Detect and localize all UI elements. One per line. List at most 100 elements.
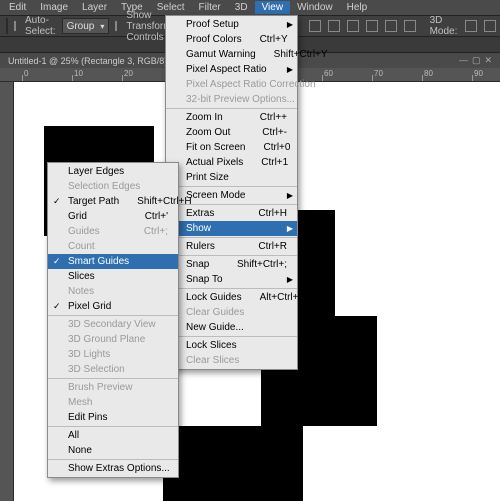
view-menu-item[interactable]: Print Size [166,170,297,185]
auto-select-combo[interactable]: Group ▾ [62,18,110,34]
distribute-3-icon[interactable] [345,18,361,34]
menu-item-label: Zoom Out [186,127,230,138]
menu-item-label: Brush Preview [68,382,132,393]
view-menu-item[interactable]: Show▶ [166,221,297,236]
menu-item-label: Print Size [186,172,229,183]
menu-separator [166,336,297,337]
menu-item-shortcut: Ctrl+0 [245,142,290,153]
menu-item-shortcut: Shift+Ctrl+Y [256,49,328,60]
show-submenu-item[interactable]: None [48,443,178,458]
vertical-ruler[interactable] [0,82,14,501]
menu-item-shortcut: Ctrl+; [126,226,168,237]
menu-item-label: Guides [68,226,100,237]
show-submenu-item[interactable]: GridCtrl+' [48,209,178,224]
view-menu-dropdown[interactable]: Proof Setup▶Proof ColorsCtrl+YGamut Warn… [165,15,298,370]
menu-view[interactable]: View [255,1,291,14]
menu-3d[interactable]: 3D [228,1,255,14]
minimize-icon[interactable]: — [459,55,468,66]
menu-item-label: 3D Ground Plane [68,334,145,345]
menu-separator [48,315,178,316]
menu-separator [48,426,178,427]
menu-item-label: Clear Guides [186,307,244,318]
show-submenu-item: 3D Lights [48,347,178,362]
menu-item-shortcut: Shift+Ctrl+H [119,196,191,207]
view-menu-item[interactable]: Proof ColorsCtrl+Y [166,32,297,47]
view-menu-item[interactable]: New Guide... [166,320,297,335]
view-menu-item[interactable]: Proof Setup▶ [166,17,297,32]
menu-separator [48,459,178,460]
menu-help[interactable]: Help [340,1,375,14]
show-transform-checkbox[interactable] [115,21,117,31]
show-submenu-item[interactable]: Layer Edges [48,164,178,179]
view-menu-item[interactable]: ✓SnapShift+Ctrl+; [166,257,297,272]
view-menu-item: Pixel Aspect Ratio Correction [166,77,297,92]
menu-item-label: Edit Pins [68,412,107,423]
distribute-1-icon[interactable] [307,18,323,34]
view-menu-item[interactable]: ✓RulersCtrl+R [166,239,297,254]
show-submenu-item[interactable]: ✓Target PathShift+Ctrl+H [48,194,178,209]
view-menu-item[interactable]: Zoom OutCtrl+- [166,125,297,140]
show-submenu-item[interactable]: Edit Pins [48,410,178,425]
move-tool-icon[interactable] [6,18,8,34]
view-menu-item[interactable]: Actual PixelsCtrl+1 [166,155,297,170]
distribute-icons [307,18,418,34]
menu-item-label: Rulers [186,241,215,252]
menu-item-label: Selection Edges [68,181,140,192]
menu-item-label: Actual Pixels [186,157,243,168]
menu-item-label: Extras [186,208,214,219]
mode-2-icon[interactable] [482,18,498,34]
show-submenu-item: Count [48,239,178,254]
menu-separator [48,378,178,379]
menu-item-shortcut: Alt+Ctrl+; [242,292,302,303]
maximize-icon[interactable]: ▢ [472,55,481,66]
show-submenu-item[interactable]: ✓Pixel Grid [48,299,178,314]
view-menu-item[interactable]: Lock GuidesAlt+Ctrl+; [166,290,297,305]
menu-filter[interactable]: Filter [192,1,228,14]
show-submenu-item[interactable]: Show Extras Options... [48,461,178,476]
mode-label: 3D Mode: [430,15,458,37]
menu-item-label: Clear Slices [186,355,239,366]
view-menu-item[interactable]: Lock Slices [166,338,297,353]
view-menu-item[interactable]: Fit on ScreenCtrl+0 [166,140,297,155]
menu-window[interactable]: Window [290,1,340,14]
ruler-tick: 60 [322,68,323,81]
distribute-4-icon[interactable] [364,18,380,34]
window-controls: — ▢ ✕ [459,55,492,66]
distribute-2-icon[interactable] [326,18,342,34]
show-submenu-item[interactable]: Slices [48,269,178,284]
show-submenu-dropdown[interactable]: Layer Edges Selection Edges ✓ Target Path Sh… [47,162,179,478]
menu-item-label: Zoom In [186,112,223,123]
distribute-5-icon[interactable] [383,18,399,34]
view-menu-item[interactable]: Zoom In Ctrl++ [166,110,297,125]
show-submenu-item: 3D Secondary View [48,317,178,332]
menu-item-label: Smart Guides [68,256,129,267]
view-menu-item[interactable]: Gamut WarningShift+Ctrl+Y [166,47,297,62]
mode-1-icon[interactable] [463,18,479,34]
show-submenu-item[interactable]: All [48,428,178,443]
show-submenu-item: Mesh [48,395,178,410]
menu-item-label: Target Path [68,196,119,207]
canvas-shape[interactable] [163,426,303,501]
view-menu-item[interactable]: ✓ExtrasCtrl+H [166,206,297,221]
show-submenu-item: Guides Ctrl+; [48,224,178,239]
auto-select-combo-value: Group [67,21,95,32]
menu-image[interactable]: Image [33,1,75,14]
view-menu-item[interactable]: Pixel Aspect Ratio▶ [166,62,297,77]
menu-item-label: 3D Selection [68,364,125,375]
menu-layer[interactable]: Layer [75,1,114,14]
view-menu-item: 32-bit Preview Options... [166,92,297,107]
close-icon[interactable]: ✕ [484,55,492,66]
view-menu-item[interactable]: Snap To▶ [166,272,297,287]
check-icon: ✓ [53,196,61,207]
menu-item-label: 3D Secondary View [68,319,156,330]
distribute-6-icon[interactable] [402,18,418,34]
menu-item-shortcut: Ctrl++ [242,112,287,123]
menu-item-label: Show [186,223,211,234]
menu-edit[interactable]: Edit [2,1,33,14]
auto-select-checkbox[interactable] [14,21,16,31]
menu-item-label: Gamut Warning [186,49,256,60]
mode-icons [463,18,500,34]
show-submenu-item[interactable]: ✓Smart Guides [48,254,178,269]
menu-separator [166,288,297,289]
menu-item-label: Proof Colors [186,34,242,45]
